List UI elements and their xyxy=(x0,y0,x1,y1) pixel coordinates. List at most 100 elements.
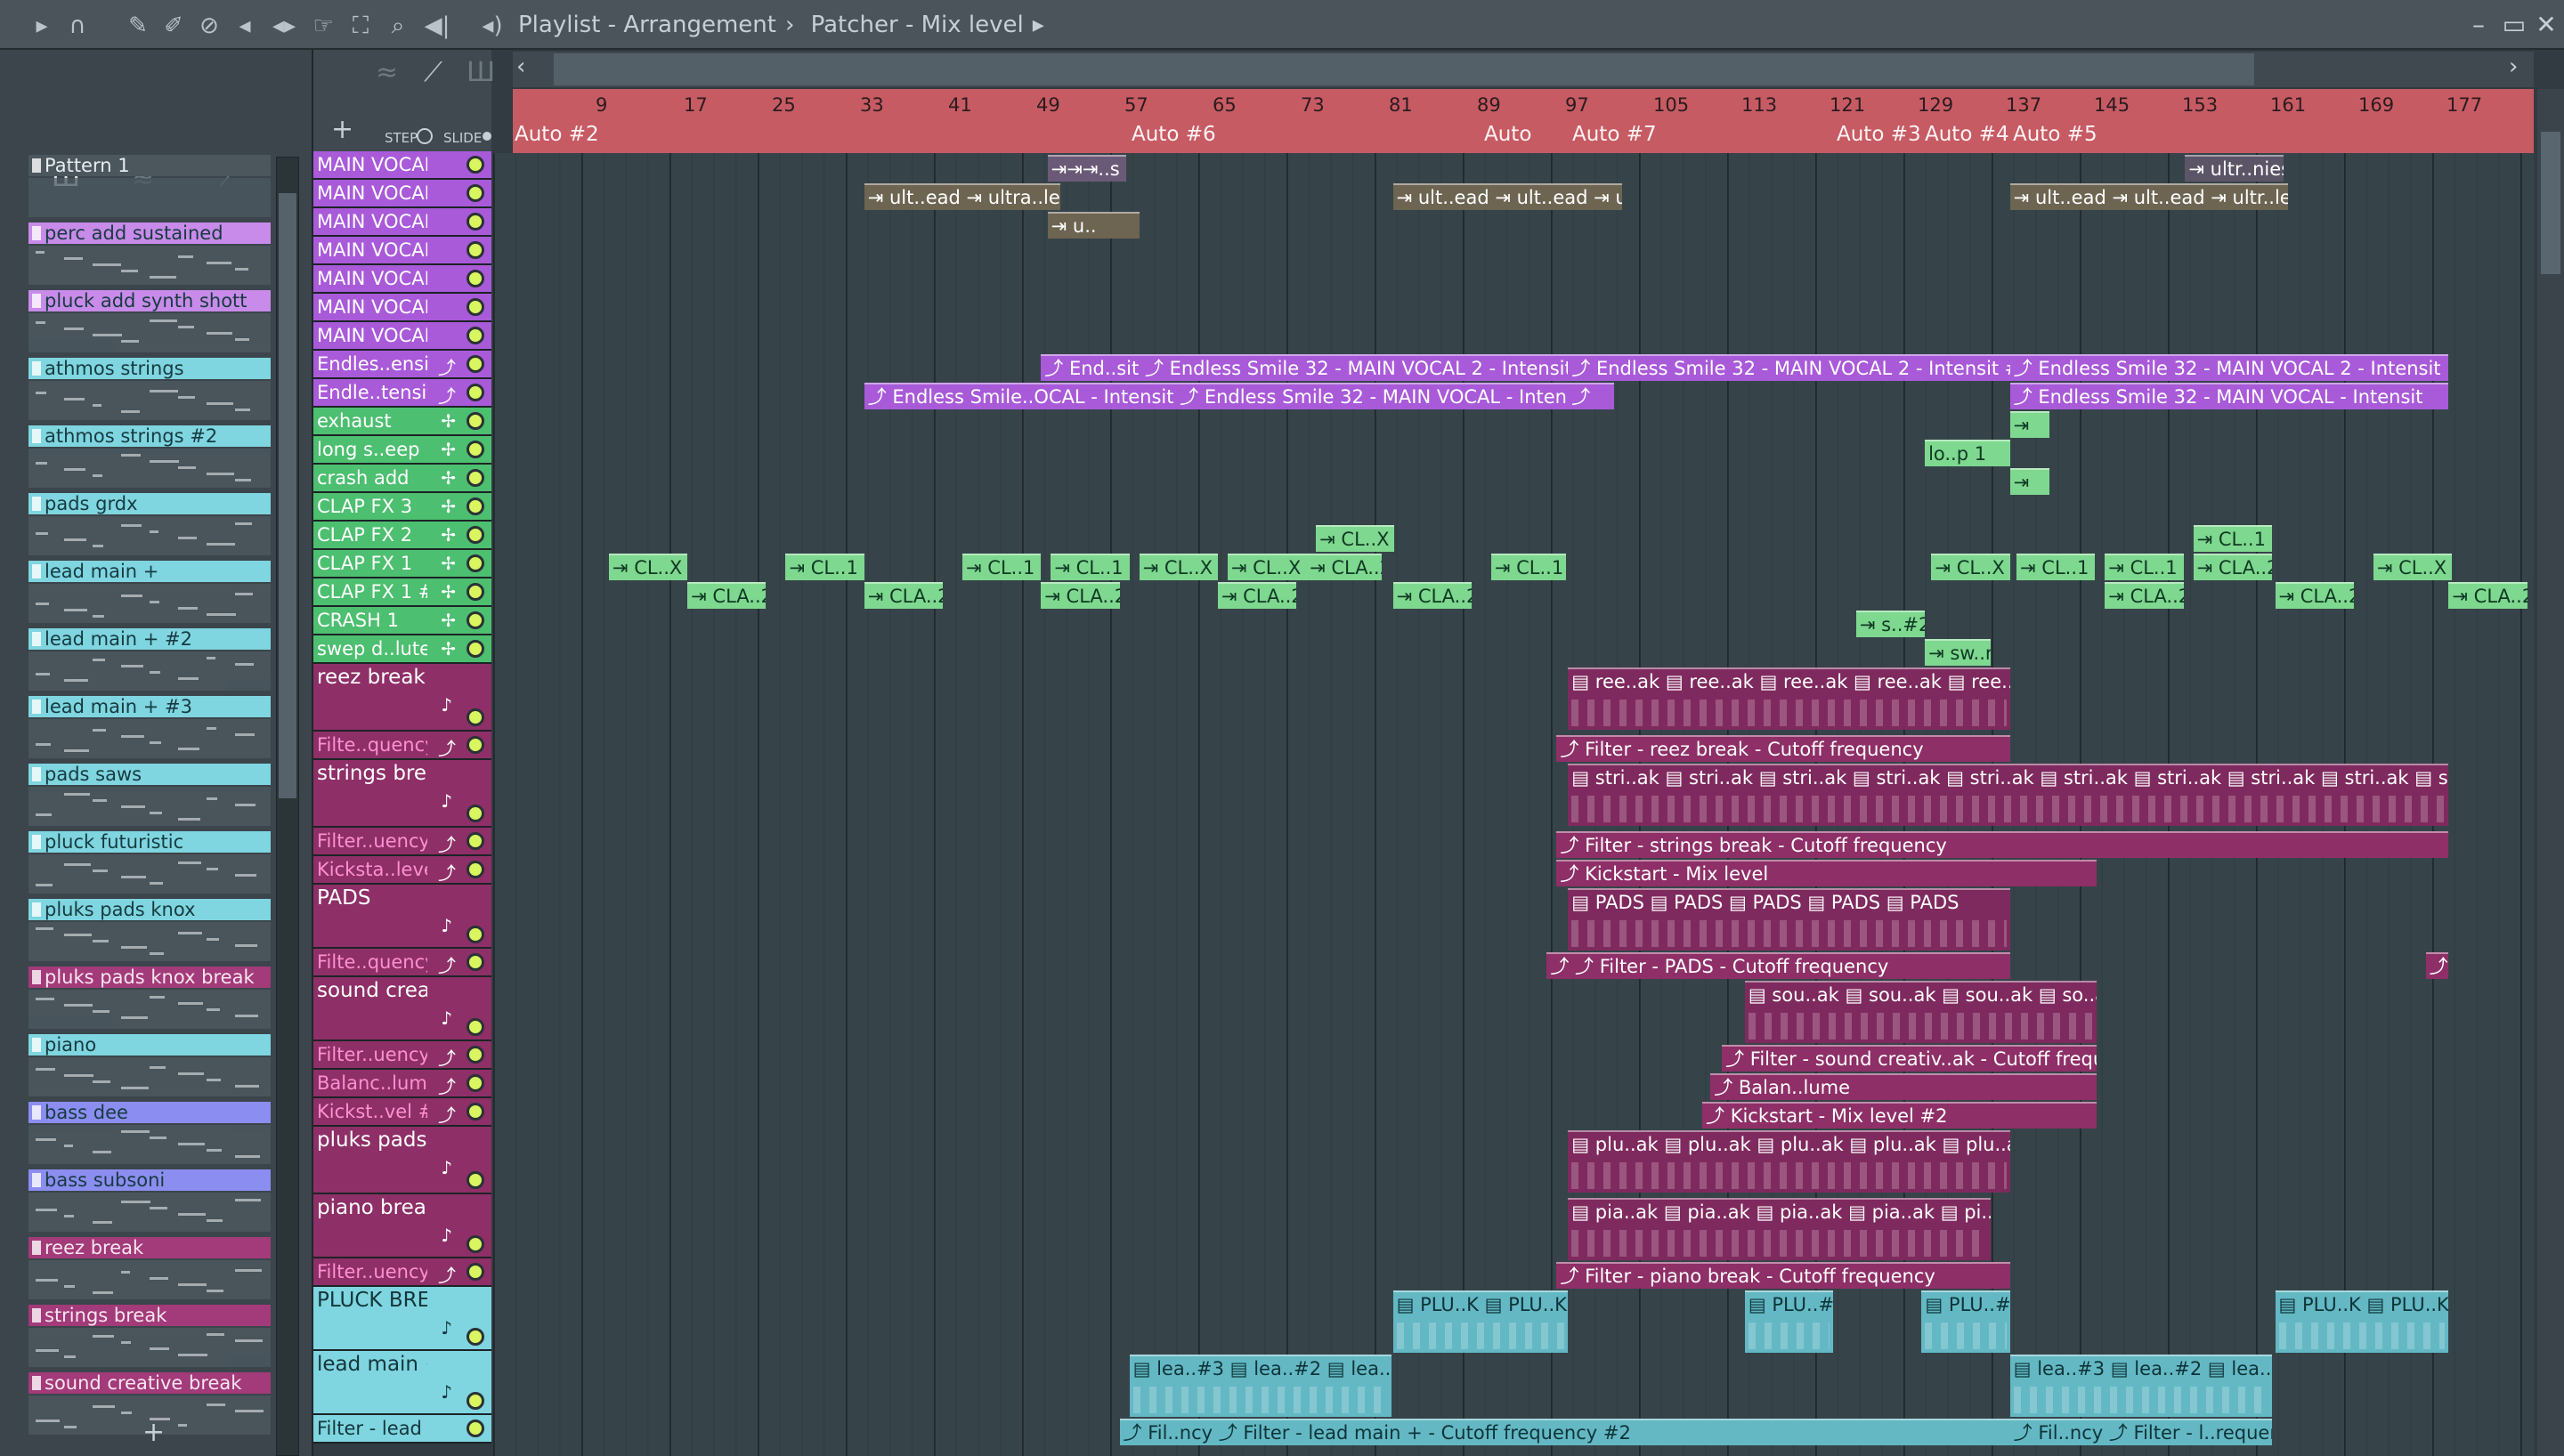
track-header-item[interactable]: Kickst..vel #2 ⤴ xyxy=(313,1098,491,1127)
track-header-item[interactable]: MAIN VOCAL 3 xyxy=(313,151,491,180)
track-enable-toggle[interactable] xyxy=(467,611,484,629)
track-header-item[interactable]: long s..eep 1 ✢ xyxy=(313,436,491,465)
track-header-item[interactable]: CLAP FX 3 ✢ xyxy=(313,493,491,522)
picker-item[interactable]: perc add sustained xyxy=(28,222,271,285)
automation-marker[interactable]: Auto #2 xyxy=(515,123,599,146)
maximize-icon[interactable]: ▭ xyxy=(2498,9,2530,41)
track-enable-toggle[interactable] xyxy=(467,1171,484,1189)
track-enable-toggle[interactable] xyxy=(467,1328,484,1346)
playlist-clip[interactable]: ⤴ Filter - sound creativ..ak - Cutoff fr… xyxy=(1722,1045,2097,1072)
playlist-clip[interactable]: ⇥ CL..1 xyxy=(785,554,864,580)
playlist-clip[interactable]: ⤴ Filter - strings break - Cutoff freque… xyxy=(1556,831,2449,858)
playlist-clip[interactable]: ⇥ CL..1 xyxy=(962,554,1042,580)
picker-item[interactable]: athmos strings #2 xyxy=(28,425,271,488)
picker-item[interactable]: piano xyxy=(28,1034,271,1096)
track-header-item[interactable]: PLUCK BREAK ♪ xyxy=(313,1287,491,1351)
close-icon[interactable]: ✕ xyxy=(2530,9,2562,41)
zoom-icon[interactable]: ⌕ xyxy=(383,11,413,41)
playlist-clip[interactable]: ⤴ Fil..ncy ⤴ Filter - l..requency xyxy=(2009,1419,2272,1445)
playlist-clip[interactable]: ⇥ CL..X 1 xyxy=(608,554,688,580)
picker-item[interactable]: pads saws xyxy=(28,764,271,826)
track-enable-toggle[interactable] xyxy=(467,1420,484,1437)
delete-icon[interactable]: ⊘ xyxy=(194,11,224,41)
playlist-clip[interactable]: ⇥ CLA..2 xyxy=(2105,582,2184,609)
magnet-icon[interactable]: ∩ xyxy=(62,11,93,41)
slide-radio[interactable] xyxy=(483,132,491,141)
playlist-clip[interactable]: lo..p 1 xyxy=(1925,440,2010,466)
picker-item[interactable]: pluks pads knox xyxy=(28,899,271,961)
track-enable-toggle[interactable] xyxy=(467,953,484,971)
playlist-clip[interactable]: ⇥ s..#2 xyxy=(1855,611,1926,637)
track-header-item[interactable]: crash add ✢ xyxy=(313,465,491,493)
track-enable-toggle[interactable] xyxy=(467,1392,484,1410)
mute-icon[interactable]: ◂ xyxy=(230,11,260,41)
track-enable-toggle[interactable] xyxy=(467,926,484,943)
automation-marker[interactable]: Auto #3 xyxy=(1837,123,1921,146)
track-enable-toggle[interactable] xyxy=(467,1103,484,1120)
playlist-clip[interactable]: ▤ PLU..K ▤ PLU..K xyxy=(2275,1290,2449,1353)
picker-item[interactable]: lead main + #2 xyxy=(28,628,271,691)
automation-marker[interactable]: Auto #4 xyxy=(1925,123,2009,146)
playlist-clip[interactable]: ⤴ Fil..ncy ⤴ Filter - lead main + - Cuto… xyxy=(1119,1419,2010,1445)
track-header-item[interactable]: CLAP FX 1 ✢ xyxy=(313,550,491,578)
picker-scrollbar[interactable] xyxy=(276,157,299,1456)
waveform-icon[interactable]: ≈ xyxy=(376,57,398,88)
track-enable-toggle[interactable] xyxy=(467,384,484,401)
playlist-clip[interactable]: ⤴ Endless Smile 32 - MAIN VOCAL 2 - Inte… xyxy=(1568,354,2010,381)
playlist-clip[interactable]: ⤴ xyxy=(1568,383,1614,409)
track-header-item[interactable]: Filte..quency ⤴ xyxy=(313,732,491,760)
track-header-item[interactable]: MAIN VOCAL 5 xyxy=(313,265,491,294)
playlist-clip[interactable]: ⇥ CLA..2 xyxy=(1041,582,1120,609)
select-icon[interactable]: ☞ xyxy=(308,11,338,41)
vertical-scrollbar[interactable] xyxy=(2537,89,2564,1456)
picker-item[interactable]: bass subsoni xyxy=(28,1169,271,1232)
timeline-ruler[interactable]: 9 17 25 33 41 49 57 65 73 81 89 97 105 113 121 129 137 14… xyxy=(513,89,2534,153)
speaker-icon[interactable]: ◀| xyxy=(422,11,452,41)
playlist-clip[interactable]: ⇥ CLA..2 xyxy=(687,582,767,609)
track-header-item[interactable]: lead main + #3 ♪ xyxy=(313,1351,491,1415)
playlist-clip[interactable]: ▤ ree..ak ▤ ree..ak ▤ ree..ak ▤ ree..ak … xyxy=(1568,667,2010,730)
track-enable-toggle[interactable] xyxy=(467,832,484,850)
track-header-item[interactable]: Filter..uency ⤴ xyxy=(313,1258,491,1287)
add-pattern-button[interactable]: + xyxy=(142,1417,165,1448)
track-enable-toggle[interactable] xyxy=(467,241,484,259)
track-header-item[interactable]: Filte..quency ⤴ xyxy=(313,949,491,977)
play-arrow-icon[interactable]: ▸ xyxy=(27,11,57,41)
picker-item[interactable]: pluck add synth shott xyxy=(28,290,271,352)
playlist-clip[interactable]: ⇥ CLA..2 xyxy=(1306,554,1382,580)
track-header-item[interactable]: MAIN VOCAL xyxy=(313,180,491,208)
playlist-clip[interactable]: ⇥ ult..ead ⇥ ult..ead ⇥ ultr..lead xyxy=(2009,183,2289,210)
playlist-clip[interactable]: ▤ lea..#3 ▤ lea..#2 ▤ lea..#2 xyxy=(1129,1355,1392,1417)
playlist-clip[interactable]: ⇥ CLA..2 xyxy=(864,582,943,609)
track-enable-toggle[interactable] xyxy=(467,736,484,754)
playlist-clip[interactable]: ⇥ ult..ead ⇥ ult..ead ⇥ u.. xyxy=(1392,183,1622,210)
add-track-button[interactable]: + xyxy=(331,114,353,145)
playlist-clip[interactable]: ▤ PADS ▤ PADS ▤ PADS ▤ PADS ▤ PADS xyxy=(1568,888,2010,950)
track-header-item[interactable]: PADS ♪ xyxy=(313,885,491,949)
pencil-icon[interactable]: ✎ xyxy=(123,11,153,41)
track-enable-toggle[interactable] xyxy=(467,805,484,822)
track-enable-toggle[interactable] xyxy=(467,1235,484,1253)
playlist-clip[interactable]: ⇥ CL..1 xyxy=(2016,554,2096,580)
track-enable-toggle[interactable] xyxy=(467,497,484,515)
picker-item[interactable]: pads grdx xyxy=(28,493,271,555)
picker-item[interactable]: athmos strings xyxy=(28,358,271,420)
track-header-item[interactable]: Balanc..lume ⤴ xyxy=(313,1070,491,1098)
track-enable-toggle[interactable] xyxy=(467,526,484,544)
playlist-clip[interactable]: ⇥ CLA..2 xyxy=(2193,554,2272,580)
playlist-clip[interactable]: ⤴ Kickstart - Mix level #2 xyxy=(1702,1102,2097,1128)
playlist-clip[interactable]: ▤ lea..#3 ▤ lea..#2 ▤ lea..#2 xyxy=(2009,1355,2272,1417)
breadcrumb-patcher[interactable]: Patcher - Mix level xyxy=(811,12,1024,38)
arrangement-overview[interactable] xyxy=(513,52,2534,87)
track-enable-toggle[interactable] xyxy=(467,298,484,316)
track-header-item[interactable]: Endles..ensit ⤴ xyxy=(313,351,491,379)
playlist-clip[interactable]: ⇥⇥⇥..s xyxy=(1047,155,1126,182)
picker-item[interactable]: bass dee xyxy=(28,1102,271,1164)
track-header-item[interactable]: MAIN VOCAL 2 xyxy=(313,208,491,237)
track-enable-toggle[interactable] xyxy=(467,355,484,373)
slip-icon[interactable]: ◂▸ xyxy=(269,11,299,41)
track-enable-toggle[interactable] xyxy=(467,184,484,202)
track-header-item[interactable]: Kicksta..level ⤴ xyxy=(313,856,491,885)
playlist-clip[interactable]: ⤴ xyxy=(2425,952,2449,979)
select-box-icon[interactable]: ⛶ xyxy=(345,11,376,41)
